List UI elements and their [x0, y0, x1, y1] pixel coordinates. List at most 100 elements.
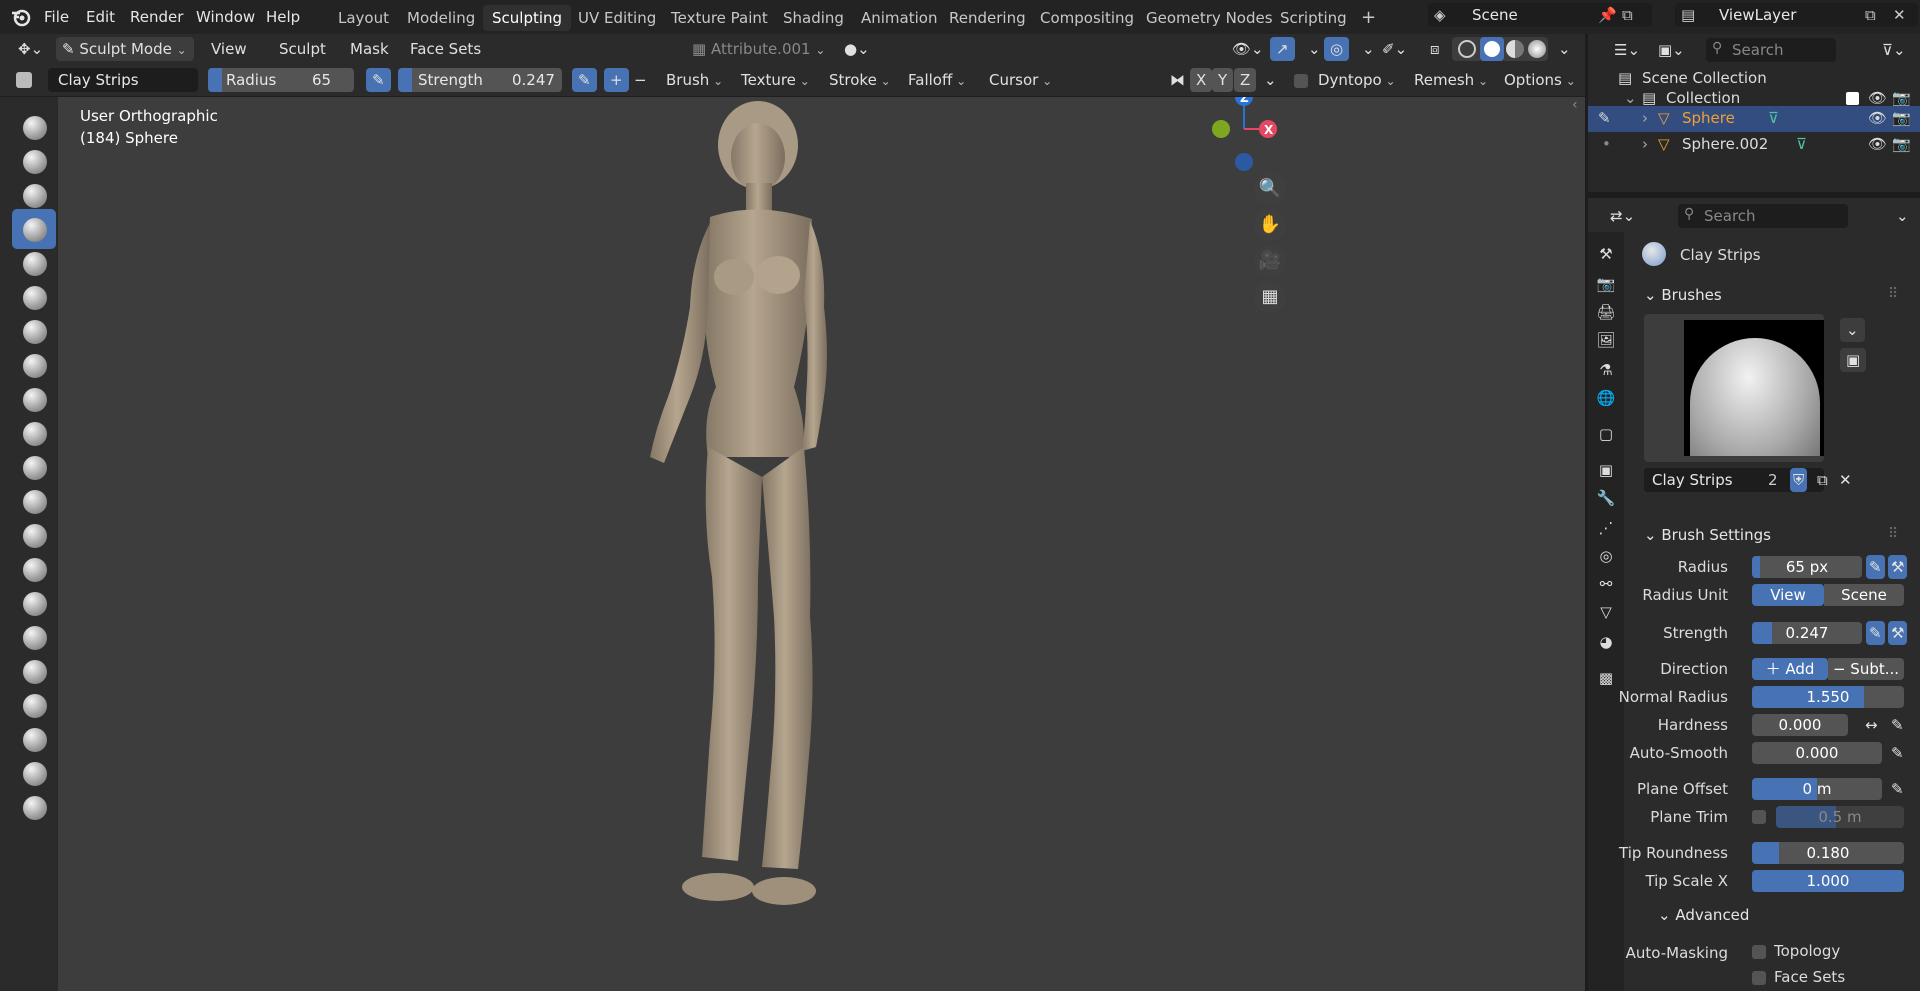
menu-view[interactable]: View — [205, 37, 253, 61]
object-tab-icon[interactable]: ▣ — [1596, 460, 1616, 480]
outliner-editor-icon[interactable]: ☰⌄ — [1608, 38, 1646, 62]
remove-view-layer-icon[interactable]: ✕ — [1893, 3, 1906, 27]
collection-tab-icon[interactable]: ▢ — [1596, 424, 1616, 444]
toggle-xray-icon[interactable]: ⧈ — [1424, 37, 1446, 61]
zoom-icon[interactable]: 🔍 — [1254, 173, 1286, 205]
tab-rendering[interactable]: Rendering — [940, 5, 1035, 31]
wireframe-shading-icon[interactable] — [1458, 40, 1476, 58]
visibility-eye-icon[interactable]: 👁 — [1868, 132, 1887, 156]
strength-pressure-icon[interactable]: ✎ — [1866, 621, 1885, 645]
menu-edit[interactable]: Edit — [86, 6, 115, 28]
view-layer-selector[interactable]: ▤ ViewLayer ⧉ ✕ — [1675, 3, 1918, 27]
menu-file[interactable]: File — [44, 6, 69, 28]
mirror-y-button[interactable]: Y — [1212, 68, 1234, 92]
visibility-icon[interactable]: 👁⌄ — [1226, 37, 1270, 61]
outliner-object-sphere[interactable]: ✎ › ▽ Sphere ⊽ 👁 📷 — [1588, 106, 1920, 132]
render-camera-icon[interactable]: 📷 — [1892, 106, 1911, 130]
filter-icon[interactable]: ⊽⌄ — [1876, 38, 1912, 62]
tab-modeling[interactable]: Modeling — [398, 5, 484, 31]
scene-selector[interactable]: ◈ Scene 📌 ⧉ — [1428, 3, 1652, 27]
camera-view-icon[interactable]: 🎥 — [1254, 245, 1286, 277]
topology-checkbox[interactable] — [1752, 945, 1766, 959]
brush-list-dropdown-icon[interactable]: ⌄ — [1840, 318, 1865, 342]
auto-smooth-pressure-icon[interactable]: ✎ — [1888, 741, 1907, 765]
brush-menu[interactable]: Brush — [660, 68, 729, 92]
pin-icon[interactable]: 📌 — [1598, 3, 1617, 27]
radius-field[interactable]: 65 px — [1752, 556, 1862, 578]
direction-add-button[interactable]: ＋ Add — [1752, 658, 1828, 680]
output-tab-icon[interactable]: 🖨 — [1596, 302, 1616, 322]
gizmo-dropdown-icon[interactable]: ⌄ — [1302, 37, 1327, 61]
mode-selector[interactable]: ✎ Sculpt Mode — [56, 37, 194, 61]
overlays-toggle-icon[interactable]: ◎ — [1324, 37, 1350, 61]
editor-type-icon[interactable]: ✥⌄ — [12, 37, 49, 61]
outliner-search-input[interactable]: Search — [1706, 38, 1836, 62]
dyntopo-menu[interactable]: Dyntopo — [1312, 68, 1402, 92]
options-menu[interactable]: Options — [1498, 68, 1582, 92]
menu-render[interactable]: Render — [130, 6, 183, 28]
symmetry-dropdown-icon[interactable]: ⌄ — [1258, 68, 1283, 92]
radius-pressure-icon[interactable]: ✎ — [366, 68, 391, 92]
dot-icon[interactable]: • — [1602, 132, 1611, 156]
normal-radius-field[interactable]: 1.550 — [1752, 686, 1904, 708]
perspective-grid-icon[interactable]: ▦ — [1254, 281, 1286, 313]
expand-icon[interactable]: › — [1642, 132, 1648, 156]
visibility-eye-icon[interactable]: 👁 — [1868, 106, 1887, 130]
falloff-menu[interactable]: Falloff — [902, 68, 972, 92]
plane-trim-checkbox[interactable] — [1752, 810, 1766, 824]
tab-animation[interactable]: Animation — [852, 5, 946, 31]
hardness-field[interactable]: 0.000 — [1752, 714, 1848, 736]
brush-image-icon[interactable]: ▣ — [1840, 348, 1867, 372]
tab-uv-editing[interactable]: UV Editing — [569, 5, 665, 31]
brushes-header[interactable]: ⌄ Brushes — [1644, 286, 1722, 304]
tab-compositing[interactable]: Compositing — [1031, 5, 1143, 31]
mesh-data-icon[interactable]: ⊽ — [1796, 132, 1807, 156]
mirror-x-button[interactable]: X — [1190, 68, 1213, 92]
color-attribute-icon[interactable]: ●⌄ — [838, 37, 876, 61]
brush-name-field[interactable]: Clay Strips — [48, 68, 198, 92]
exclude-checkbox[interactable] — [1846, 92, 1859, 105]
gizmo-toggle-icon[interactable]: ↗ — [1270, 37, 1295, 61]
texture-menu[interactable]: Texture — [735, 68, 816, 92]
radius-unit-icon[interactable]: ⚒ — [1888, 555, 1908, 579]
menu-sculpt[interactable]: Sculpt — [273, 37, 332, 61]
modifier-tab-icon[interactable]: 🔧 — [1596, 488, 1616, 508]
brush-settings-header[interactable]: ⌄ Brush Settings — [1644, 526, 1771, 544]
tool-tab-icon[interactable]: ⚒ — [1596, 244, 1616, 264]
3d-viewport[interactable]: User Orthographic (184) Sphere Z X 🔍 ✋ 🎥… — [58, 97, 1585, 991]
particles-tab-icon[interactable]: ⋰ — [1596, 518, 1616, 538]
menu-mask[interactable]: Mask — [344, 37, 395, 61]
attribute-selector[interactable]: ▦ Attribute.001 — [686, 37, 836, 61]
direction-add-button[interactable]: + — [604, 68, 629, 92]
scene-tab-icon[interactable]: ⚗ — [1596, 360, 1616, 380]
advanced-header[interactable]: ⌄ Advanced — [1658, 906, 1749, 924]
strength-field[interactable]: Strength 0.247 — [398, 68, 562, 92]
fake-user-shield-icon[interactable]: ⛨ — [1790, 468, 1808, 492]
face-sets-checkbox[interactable] — [1752, 971, 1766, 985]
shading-dropdown-icon[interactable]: ⌄ — [1552, 37, 1577, 61]
tab-shading[interactable]: Shading — [774, 5, 853, 31]
sculpt-mode-icon[interactable]: ✎ — [1598, 106, 1611, 130]
view-layer-tab-icon[interactable]: 🖼 — [1596, 330, 1616, 350]
hardness-pressure-icon[interactable]: ✎ — [1888, 713, 1907, 737]
cursor-menu[interactable]: Cursor — [983, 68, 1058, 92]
sidebar-toggle-icon[interactable]: ‹ — [1572, 97, 1578, 113]
brush-preview[interactable] — [1644, 314, 1824, 462]
menu-help[interactable]: Help — [266, 6, 300, 28]
unlink-brush-icon[interactable]: ✕ — [1836, 468, 1855, 492]
strength-field[interactable]: 0.247 — [1752, 622, 1862, 644]
menu-face-sets[interactable]: Face Sets — [404, 37, 487, 61]
plane-offset-pressure-icon[interactable]: ✎ — [1888, 777, 1907, 801]
tab-layout[interactable]: Layout — [329, 5, 398, 31]
blender-logo-icon[interactable] — [10, 6, 32, 28]
tab-sculpting[interactable]: Sculpting — [483, 5, 572, 31]
tab-geometry-nodes[interactable]: Geometry Nodes — [1137, 5, 1282, 31]
new-view-layer-icon[interactable]: ⧉ — [1865, 3, 1876, 27]
properties-options-icon[interactable]: ⌄ — [1890, 204, 1915, 228]
render-tab-icon[interactable]: 📷 — [1596, 274, 1616, 294]
menu-window[interactable]: Window — [196, 6, 255, 28]
new-scene-icon[interactable]: ⧉ — [1622, 3, 1633, 27]
radius-field[interactable]: Radius 65 px — [208, 68, 354, 92]
remesh-menu[interactable]: Remesh — [1408, 68, 1494, 92]
pan-hand-icon[interactable]: ✋ — [1254, 209, 1286, 241]
